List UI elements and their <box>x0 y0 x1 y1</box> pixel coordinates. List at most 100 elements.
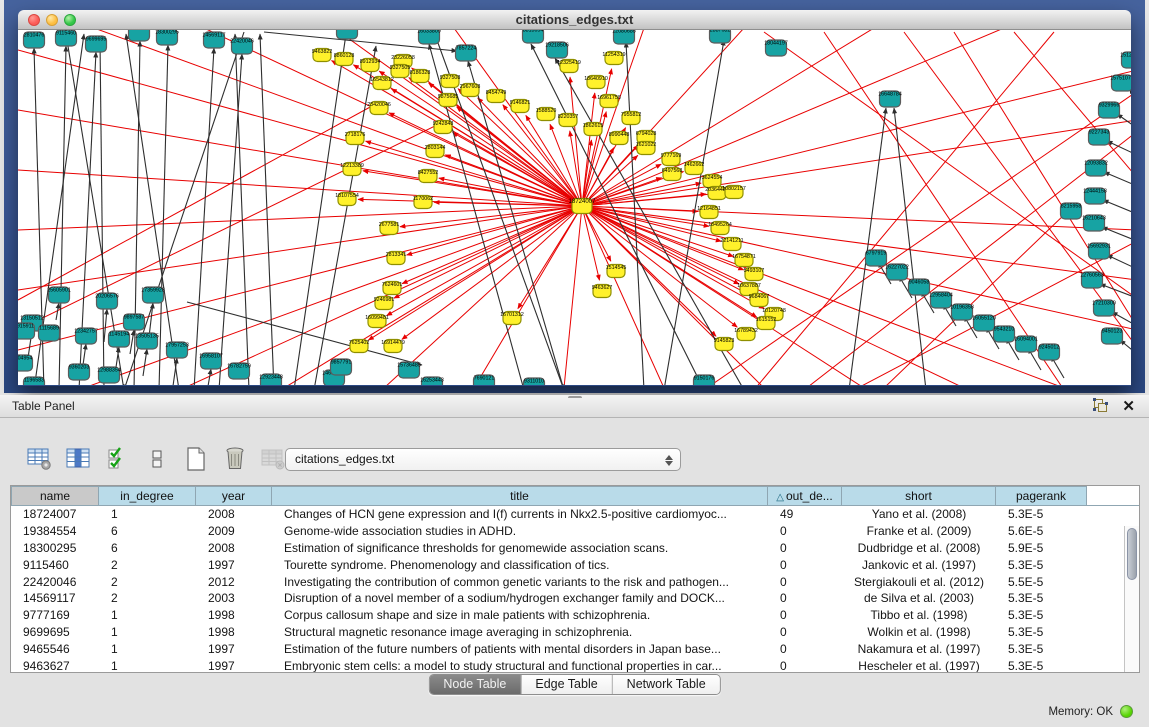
table-scrollbar[interactable] <box>1124 526 1139 672</box>
cell-in_degree[interactable]: 2 <box>99 575 196 589</box>
cell-name[interactable]: 9777169 <box>11 608 99 622</box>
cell-in_degree[interactable]: 1 <box>99 507 196 521</box>
table-row[interactable]: 946362711997Embryonic stem cells: a mode… <box>11 657 1139 672</box>
node-table[interactable]: namein_degreeyeartitle△out_de...shortpag… <box>10 485 1140 673</box>
cell-short[interactable]: Tibbo et al. (1998) <box>842 608 996 622</box>
network-canvas[interactable]: 9463822886012889129342322605893275051654… <box>18 30 1131 385</box>
cell-out_de[interactable]: 0 <box>768 608 842 622</box>
cell-in_degree[interactable]: 1 <box>99 608 196 622</box>
scrollbar-thumb[interactable] <box>1127 528 1137 580</box>
merge-rows-icon[interactable] <box>143 445 171 473</box>
cell-name[interactable]: 19384554 <box>11 524 99 538</box>
cell-name[interactable]: 18724007 <box>11 507 99 521</box>
cell-short[interactable]: Hescheler et al. (1997) <box>842 659 996 672</box>
table-settings-icon[interactable] <box>26 445 54 473</box>
cell-name[interactable]: 9115460 <box>11 558 99 572</box>
cell-year[interactable]: 2003 <box>196 591 272 605</box>
cell-out_de[interactable]: 0 <box>768 541 842 555</box>
cell-name[interactable]: 9463627 <box>11 659 99 672</box>
table-row[interactable]: 2242004622012Investigating the contribut… <box>11 573 1139 590</box>
cell-pagerank[interactable]: 5.3E-5 <box>996 625 1087 639</box>
float-panel-icon[interactable] <box>1094 399 1109 414</box>
cell-pagerank[interactable]: 5.3E-5 <box>996 659 1087 672</box>
cell-out_de[interactable]: 0 <box>768 524 842 538</box>
cell-short[interactable]: de Silva et al. (2003) <box>842 591 996 605</box>
zoom-window-button[interactable] <box>64 14 76 26</box>
column-chooser-icon[interactable] <box>65 445 93 473</box>
tab-edge-table[interactable]: Edge Table <box>521 675 612 694</box>
cell-out_de[interactable]: 0 <box>768 659 842 672</box>
table-selector-dropdown[interactable]: citations_edges.txt <box>285 448 681 471</box>
cell-out_de[interactable]: 0 <box>768 558 842 572</box>
cell-short[interactable]: Jankovic et al. (1997) <box>842 558 996 572</box>
cell-title[interactable]: Corpus callosum shape and size in male p… <box>272 608 768 622</box>
cell-title[interactable]: Tourette syndrome. Phenomenology and cla… <box>272 558 768 572</box>
column-header-out_de[interactable]: △out_de... <box>768 486 842 505</box>
cell-pagerank[interactable]: 5.9E-5 <box>996 541 1087 555</box>
cell-pagerank[interactable]: 5.3E-5 <box>996 608 1087 622</box>
panel-resize-grip[interactable] <box>568 396 582 400</box>
column-header-in_degree[interactable]: in_degree <box>99 486 196 505</box>
cell-title[interactable]: Disruption of a novel member of a sodium… <box>272 591 768 605</box>
cell-year[interactable]: 2008 <box>196 541 272 555</box>
cell-title[interactable]: Structural magnetic resonance image aver… <box>272 625 768 639</box>
column-header-name[interactable]: name <box>11 486 99 505</box>
cell-title[interactable]: Estimation of significance thresholds fo… <box>272 541 768 555</box>
delete-table-icon[interactable] <box>221 445 249 473</box>
network-window-titlebar[interactable]: citations_edges.txt <box>18 10 1131 30</box>
cell-out_de[interactable]: 0 <box>768 625 842 639</box>
cell-in_degree[interactable]: 1 <box>99 659 196 672</box>
cell-in_degree[interactable]: 1 <box>99 625 196 639</box>
new-table-icon[interactable] <box>182 445 210 473</box>
cell-name[interactable]: 18300295 <box>11 541 99 555</box>
cell-pagerank[interactable]: 5.3E-5 <box>996 507 1087 521</box>
cell-year[interactable]: 2009 <box>196 524 272 538</box>
cell-in_degree[interactable]: 6 <box>99 524 196 538</box>
table-row[interactable]: 1938455462009Genome-wide association stu… <box>11 523 1139 540</box>
graph-node[interactable] <box>337 30 358 39</box>
column-header-pagerank[interactable]: pagerank <box>996 486 1087 505</box>
cell-year[interactable]: 1997 <box>196 558 272 572</box>
citation-network-graph[interactable]: 9463822886012889129342322605893275051654… <box>18 30 1131 385</box>
cell-title[interactable]: Estimation of the future numbers of pati… <box>272 642 768 656</box>
cell-pagerank[interactable]: 5.5E-5 <box>996 575 1087 589</box>
cell-year[interactable]: 1998 <box>196 608 272 622</box>
column-header-short[interactable]: short <box>842 486 996 505</box>
cell-out_de[interactable]: 0 <box>768 575 842 589</box>
cell-name[interactable]: 9699695 <box>11 625 99 639</box>
tab-node-table[interactable]: Node Table <box>429 675 521 694</box>
cell-name[interactable]: 22420046 <box>11 575 99 589</box>
cell-in_degree[interactable]: 6 <box>99 541 196 555</box>
column-header-title[interactable]: title <box>272 486 768 505</box>
table-row[interactable]: 946554611997Estimation of the future num… <box>11 640 1139 657</box>
cell-year[interactable]: 1998 <box>196 625 272 639</box>
cell-in_degree[interactable]: 1 <box>99 642 196 656</box>
cell-title[interactable]: Investigating the contribution of common… <box>272 575 768 589</box>
cell-pagerank[interactable]: 5.3E-5 <box>996 591 1087 605</box>
cell-year[interactable]: 1997 <box>196 659 272 672</box>
cell-year[interactable]: 2008 <box>196 507 272 521</box>
cell-pagerank[interactable]: 5.6E-5 <box>996 524 1087 538</box>
cell-out_de[interactable]: 0 <box>768 591 842 605</box>
cell-short[interactable]: Dudbridge et al. (2008) <box>842 541 996 555</box>
table-row[interactable]: 1456911722003Disruption of a novel membe… <box>11 590 1139 607</box>
cell-name[interactable]: 14569117 <box>11 591 99 605</box>
cell-title[interactable]: Changes of HCN gene expression and I(f) … <box>272 507 768 521</box>
cell-in_degree[interactable]: 2 <box>99 558 196 572</box>
cell-title[interactable]: Genome-wide association studies in ADHD. <box>272 524 768 538</box>
cell-in_degree[interactable]: 2 <box>99 591 196 605</box>
table-row[interactable]: 969969511998Structural magnetic resonanc… <box>11 624 1139 641</box>
cell-year[interactable]: 2012 <box>196 575 272 589</box>
cell-out_de[interactable]: 0 <box>768 642 842 656</box>
graph-node[interactable] <box>129 30 150 41</box>
cell-title[interactable]: Embryonic stem cells: a model to study s… <box>272 659 768 672</box>
memory-indicator[interactable] <box>1120 705 1133 718</box>
tab-network-table[interactable]: Network Table <box>613 675 720 694</box>
cell-short[interactable]: Wolkin et al. (1998) <box>842 625 996 639</box>
cell-short[interactable]: Stergiakouli et al. (2012) <box>842 575 996 589</box>
minimize-window-button[interactable] <box>46 14 58 26</box>
column-header-year[interactable]: year <box>196 486 272 505</box>
close-panel-icon[interactable]: ✕ <box>1122 397 1135 415</box>
row-select-icon[interactable] <box>104 445 132 473</box>
table-row[interactable]: 1872400712008Changes of HCN gene express… <box>11 506 1139 523</box>
